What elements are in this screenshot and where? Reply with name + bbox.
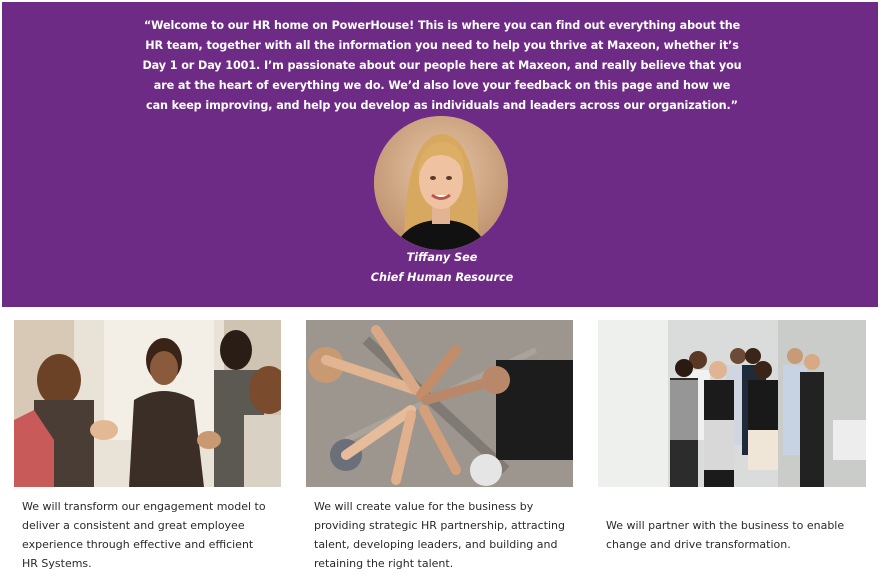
partnership-photo [306, 320, 573, 487]
transformation-statement: We will partner with the business to ena… [606, 519, 845, 551]
leader-name: Tiffany See [406, 251, 478, 264]
welcome-quote: “Welcome to our HR home on PowerHouse! T… [142, 19, 742, 112]
transformation-photo [598, 320, 866, 487]
portrait-illustration [374, 116, 508, 250]
leader-portrait [374, 116, 508, 250]
partnership-statement: We will create value for the business by… [314, 500, 565, 570]
engagement-photo [14, 320, 281, 487]
leader-title: Chief Human Resource [370, 271, 514, 284]
hr-welcome-banner: “Welcome to our HR home on PowerHouse! T… [2, 2, 878, 307]
engagement-statement: We will transform our engagement model t… [22, 500, 266, 570]
